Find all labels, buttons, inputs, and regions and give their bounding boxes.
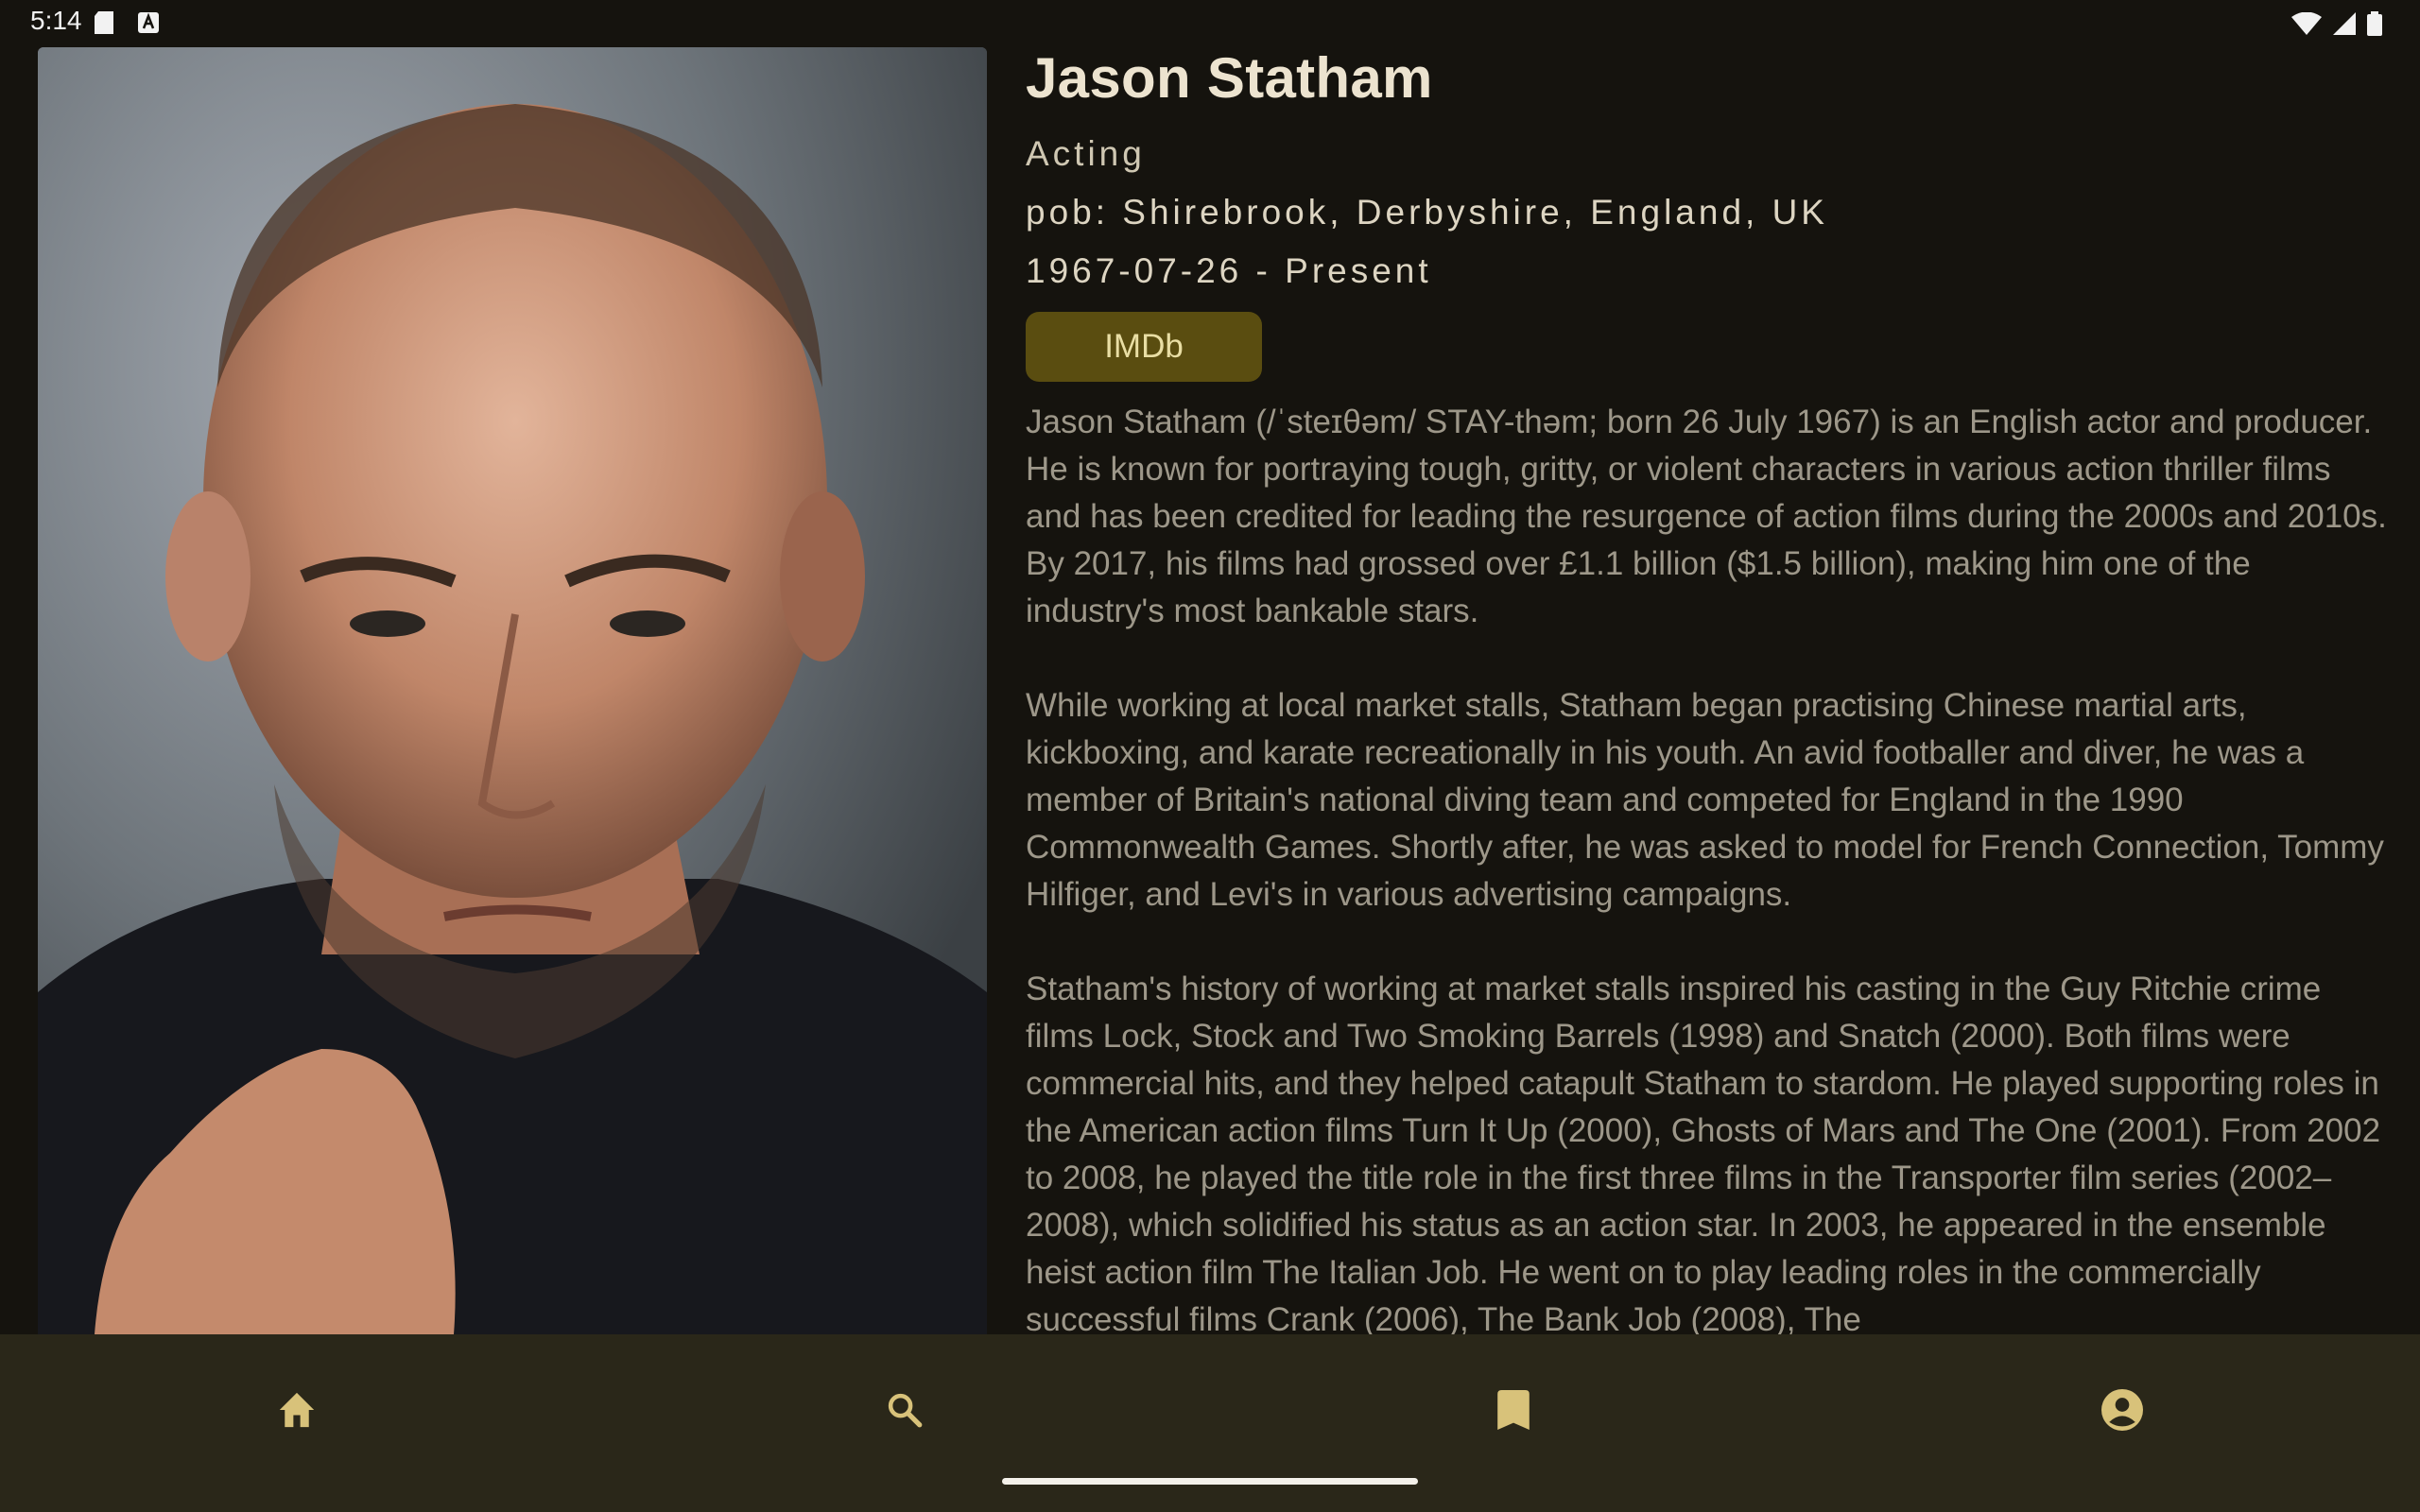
nav-search[interactable] [867,1372,942,1448]
bio-paragraph: While working at local market stalls, St… [1026,687,2384,913]
person-detail-screen: 5:14 Jason Statham Acting pob: Shirebroo… [0,0,2420,1512]
search-icon [885,1390,925,1430]
known-for-department: Acting [1026,134,1146,173]
bio-paragraph: Jason Statham (/ˈsteɪθəm/ STAY-thəm; bor… [1026,404,2387,629]
battery-icon [2367,11,2382,36]
cell-signal-icon [2333,12,2356,35]
sd-card-icon [95,11,113,34]
home-icon [276,1391,318,1429]
profile-photo [38,47,987,1334]
gesture-home-indicator[interactable] [1002,1478,1418,1485]
wifi-icon [2291,12,2322,35]
nav-profile[interactable] [2084,1372,2160,1448]
bio-paragraph: Statham's history of working at market s… [1026,971,2381,1338]
account-circle-icon [2101,1389,2143,1431]
bottom-navigation [0,1334,2420,1512]
imdb-button[interactable]: IMDb [1026,312,1262,382]
person-name: Jason Statham [1026,46,1433,110]
lifespan: 1967-07-26 - Present [1026,251,1432,290]
keyboard-a-icon [138,12,159,33]
status-time: 5:14 [30,6,82,35]
person-details: Jason Statham Acting pob: Shirebrook, De… [1026,42,2387,1391]
place-of-birth: pob: Shirebrook, Derbyshire, England, UK [1026,193,1828,232]
status-bar: 5:14 [0,0,2420,45]
bookmark-icon [1497,1390,1530,1430]
nav-home[interactable] [259,1372,335,1448]
nav-bookmarks[interactable] [1476,1372,1551,1448]
biography: Jason Statham (/ˈsteɪθəm/ STAY-thəm; bor… [1026,399,2387,1344]
